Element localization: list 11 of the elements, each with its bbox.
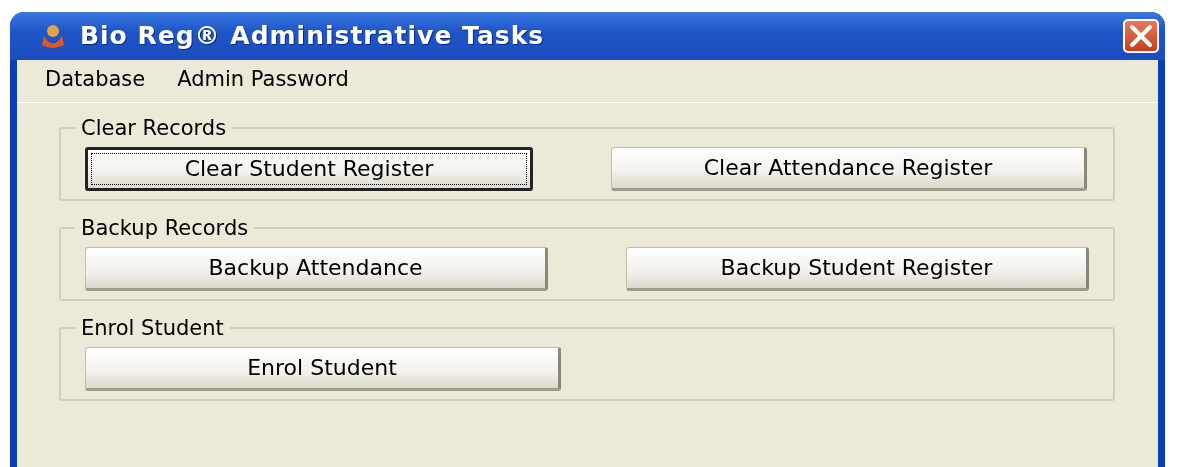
close-icon xyxy=(1129,25,1153,47)
menu-item[interactable]: Admin Password xyxy=(177,64,349,96)
action-button[interactable]: Clear Attendance Register xyxy=(611,146,1087,191)
action-button[interactable]: Clear Student Register xyxy=(85,146,533,191)
window-title: Bio Reg® Administrative Tasks xyxy=(80,20,545,53)
person-icon xyxy=(40,23,66,49)
action-button[interactable]: Backup Student Register xyxy=(626,246,1089,291)
menu-item[interactable]: Database xyxy=(45,64,146,96)
action-button[interactable]: Backup Attendance xyxy=(85,246,548,291)
action-button[interactable]: Enrol Student xyxy=(85,346,561,391)
close-button[interactable] xyxy=(1123,19,1159,53)
